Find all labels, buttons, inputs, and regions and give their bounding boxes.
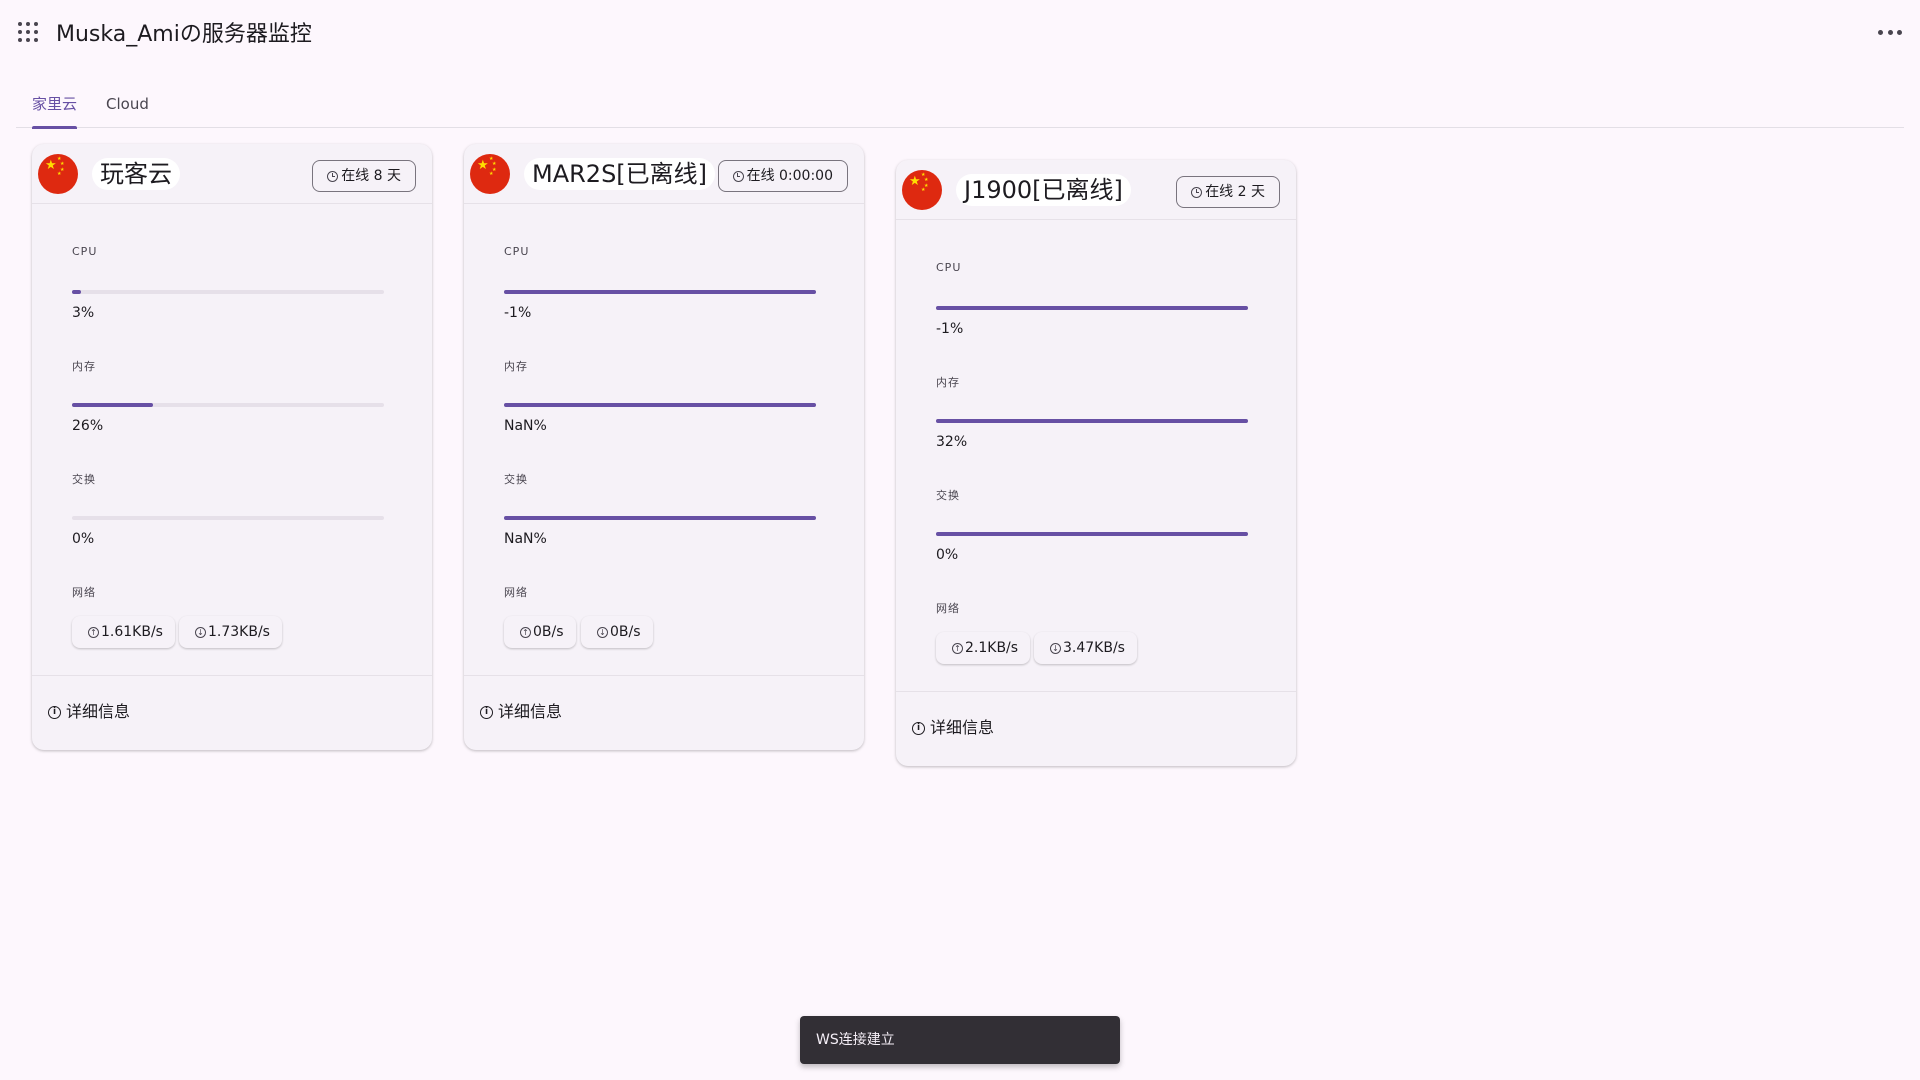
download-speed: 0B/s <box>610 624 641 640</box>
info-icon: i <box>912 721 925 735</box>
download-speed: 3.47KB/s <box>1063 640 1125 656</box>
server-card: ★ ★ ★ ★ ★ J1900[已离线] 在线 2 天 CPU -1% 内存 3… <box>896 160 1296 766</box>
download-speed-chip[interactable]: ↓ 1.73KB/s <box>179 616 282 648</box>
clock-icon <box>327 170 339 182</box>
info-icon: i <box>480 705 493 719</box>
china-flag-icon: ★ ★ ★ ★ ★ <box>902 170 942 210</box>
cpu-progress-bar <box>936 306 1248 310</box>
cpu-value: 3% <box>72 305 95 321</box>
cpu-value: -1% <box>936 321 964 337</box>
swap-progress-fill <box>936 532 1248 536</box>
memory-label: 内存 <box>504 360 528 373</box>
details-button[interactable]: i 详细信息 <box>480 698 562 726</box>
swap-progress-fill <box>504 516 816 520</box>
china-flag-icon: ★ ★ ★ ★ ★ <box>470 154 510 194</box>
details-label: 详细信息 <box>930 718 995 737</box>
cpu-value: -1% <box>504 305 532 321</box>
server-name: J1900[已离线] <box>956 174 1131 206</box>
upload-speed-chip[interactable]: ↑ 0B/s <box>504 616 576 648</box>
download-icon: ↓ <box>1050 642 1061 654</box>
details-label: 详细信息 <box>498 702 563 721</box>
cpu-label: CPU <box>72 245 98 258</box>
network-label: 网络 <box>504 586 528 599</box>
cpu-progress-fill <box>936 306 1248 310</box>
cpu-progress-bar <box>504 290 816 294</box>
upload-speed: 0B/s <box>533 624 564 640</box>
uptime-chip[interactable]: 在线 0:00:00 <box>717 160 848 192</box>
swap-progress-bar <box>504 516 816 520</box>
upload-speed: 1.61KB/s <box>101 624 163 640</box>
tab-home-cloud[interactable]: 家里云 <box>32 88 78 129</box>
server-card-footer: i 详细信息 <box>464 675 864 747</box>
swap-label: 交换 <box>936 489 960 502</box>
server-card: ★ ★ ★ ★ ★ 玩客云 在线 8 天 CPU 3% 内存 26% 交换 0%… <box>32 144 432 750</box>
upload-icon: ↑ <box>952 642 963 654</box>
china-flag-icon: ★ ★ ★ ★ ★ <box>38 154 78 194</box>
cpu-label: CPU <box>936 261 962 274</box>
memory-value: 26% <box>72 418 104 434</box>
info-icon: i <box>48 705 61 719</box>
server-card-footer: i 详细信息 <box>896 691 1296 763</box>
snackbar-toast: WS连接建立 <box>800 1016 1120 1064</box>
swap-value: 0% <box>936 547 959 563</box>
swap-progress-bar <box>72 516 384 520</box>
memory-progress-fill <box>504 403 816 407</box>
cpu-label: CPU <box>504 245 530 258</box>
memory-progress-fill <box>72 403 154 407</box>
cpu-progress-fill <box>504 290 816 294</box>
server-card-header: ★ ★ ★ ★ ★ J1900[已离线] 在线 2 天 <box>896 160 1296 220</box>
server-card: ★ ★ ★ ★ ★ MAR2S[已离线] 在线 0:00:00 CPU -1% … <box>464 144 864 750</box>
uptime-text: 在线 2 天 <box>1205 184 1265 200</box>
apps-grid-icon[interactable] <box>18 22 38 42</box>
uptime-text: 在线 8 天 <box>341 168 401 184</box>
memory-progress-bar <box>504 403 816 407</box>
memory-label: 内存 <box>72 360 96 373</box>
clock-icon <box>1191 186 1203 198</box>
upload-speed-chip[interactable]: ↑ 1.61KB/s <box>72 616 175 648</box>
download-speed-chip[interactable]: ↓ 3.47KB/s <box>1034 632 1137 664</box>
swap-label: 交换 <box>504 473 528 486</box>
swap-label: 交换 <box>72 473 96 486</box>
server-card-footer: i 详细信息 <box>32 675 432 747</box>
server-card-header: ★ ★ ★ ★ ★ 玩客云 在线 8 天 <box>32 144 432 204</box>
uptime-chip[interactable]: 在线 2 天 <box>1176 176 1280 208</box>
memory-value: NaN% <box>504 418 547 434</box>
memory-value: 32% <box>936 434 968 450</box>
network-label: 网络 <box>936 602 960 615</box>
cpu-progress-bar <box>72 290 384 294</box>
cpu-progress-fill <box>72 290 82 294</box>
network-label: 网络 <box>72 586 96 599</box>
more-options-icon[interactable] <box>1878 24 1902 40</box>
memory-progress-bar <box>72 403 384 407</box>
tab-bar: 家里云 Cloud <box>16 88 1904 129</box>
download-speed: 1.73KB/s <box>208 624 270 640</box>
server-name: MAR2S[已离线] <box>524 158 716 190</box>
download-icon: ↓ <box>597 626 608 638</box>
swap-progress-bar <box>936 532 1248 536</box>
download-speed-chip[interactable]: ↓ 0B/s <box>581 616 653 648</box>
top-app-bar: Muska_Amiの服务器监控 <box>0 0 1920 64</box>
memory-progress-fill <box>936 419 1248 423</box>
app-title: Muska_Amiの服务器监控 <box>56 22 312 47</box>
swap-value: 0% <box>72 531 95 547</box>
memory-label: 内存 <box>936 376 960 389</box>
memory-progress-bar <box>936 419 1248 423</box>
details-button[interactable]: i 详细信息 <box>912 714 994 742</box>
download-icon: ↓ <box>195 626 206 638</box>
upload-icon: ↑ <box>520 626 531 638</box>
server-card-header: ★ ★ ★ ★ ★ MAR2S[已离线] 在线 0:00:00 <box>464 144 864 204</box>
details-label: 详细信息 <box>66 702 131 721</box>
uptime-text: 在线 0:00:00 <box>746 168 833 184</box>
swap-value: NaN% <box>504 531 547 547</box>
clock-icon <box>732 170 744 182</box>
tab-cloud[interactable]: Cloud <box>106 88 149 128</box>
upload-speed: 2.1KB/s <box>965 640 1019 656</box>
server-name: 玩客云 <box>92 158 180 190</box>
details-button[interactable]: i 详细信息 <box>48 698 130 726</box>
upload-icon: ↑ <box>88 626 99 638</box>
uptime-chip[interactable]: 在线 8 天 <box>312 160 416 192</box>
upload-speed-chip[interactable]: ↑ 2.1KB/s <box>936 632 1031 664</box>
